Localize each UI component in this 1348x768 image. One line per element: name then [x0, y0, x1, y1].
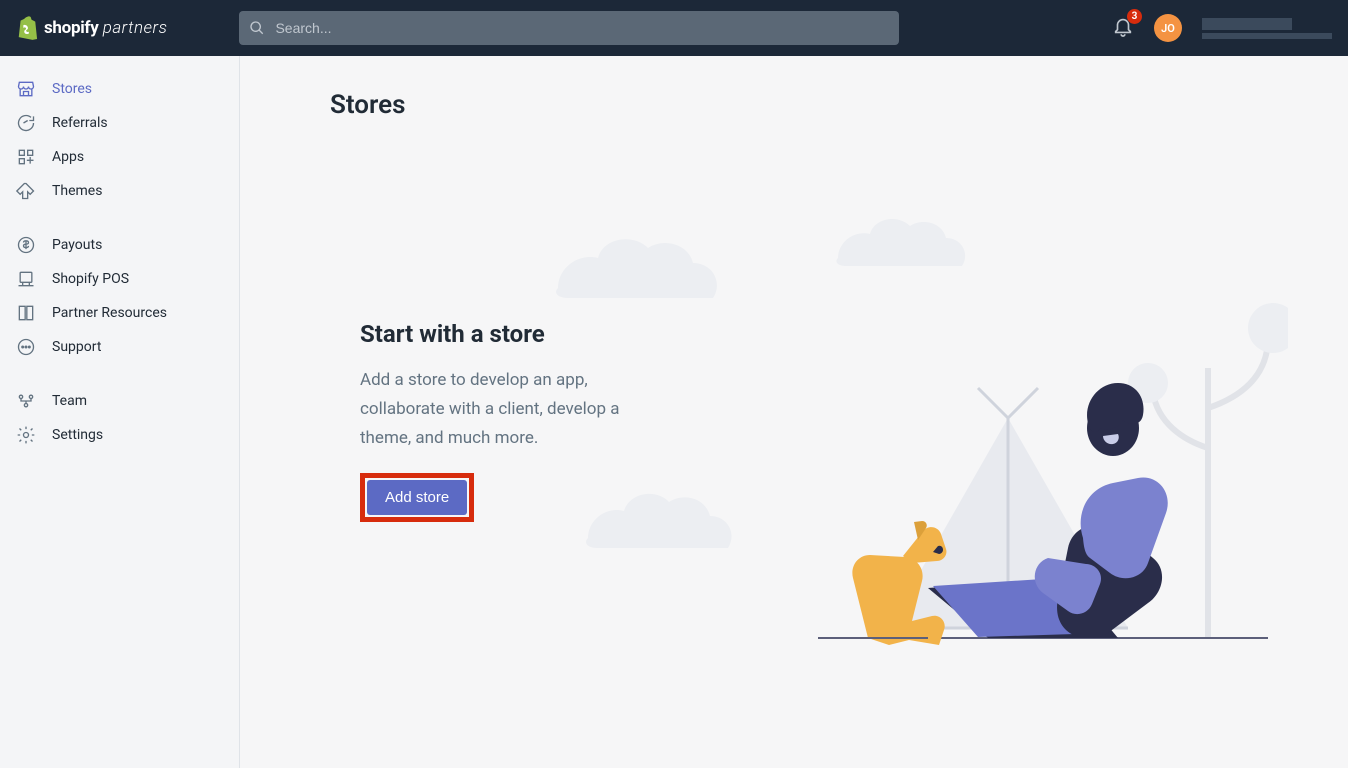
sidebar-item-partner-resources[interactable]: Partner Resources [0, 296, 239, 330]
top-header: shopify partners 3 JO [0, 0, 1348, 56]
empty-state-text: Add a store to develop an app, collabora… [360, 366, 660, 453]
shopify-bag-icon [16, 16, 38, 40]
main-content: Stores Start with a store Add a store to… [240, 56, 1348, 768]
page-title: Stores [240, 56, 1348, 120]
sidebar-item-label: Settings [52, 427, 103, 443]
empty-state-title: Start with a store [360, 320, 660, 348]
search-wrap [239, 11, 899, 45]
search-icon [249, 20, 265, 36]
sidebar-item-label: Team [52, 393, 87, 409]
sidebar-item-payouts[interactable]: Payouts [0, 228, 239, 262]
sidebar-item-label: Referrals [52, 115, 108, 131]
sidebar: Stores Referrals Apps Themes Payouts Sho… [0, 56, 240, 768]
support-icon [16, 337, 36, 357]
logo-text-light: partners [103, 18, 168, 38]
apps-icon [16, 147, 36, 167]
sidebar-item-stores[interactable]: Stores [0, 72, 239, 106]
notification-badge: 3 [1127, 9, 1142, 24]
sidebar-item-support[interactable]: Support [0, 330, 239, 364]
sidebar-item-label: Payouts [52, 237, 102, 253]
themes-icon [16, 181, 36, 201]
payouts-icon [16, 235, 36, 255]
sidebar-item-shopify-pos[interactable]: Shopify POS [0, 262, 239, 296]
add-store-highlight: Add store [360, 473, 474, 522]
sidebar-item-team[interactable]: Team [0, 384, 239, 418]
sidebar-item-label: Themes [52, 183, 102, 199]
store-icon [16, 79, 36, 99]
user-name-placeholder [1202, 18, 1292, 30]
sidebar-item-referrals[interactable]: Referrals [0, 106, 239, 140]
gear-icon [16, 425, 36, 445]
user-meta-placeholder [1202, 33, 1332, 39]
header-right: 3 JO [1112, 14, 1332, 42]
sidebar-item-apps[interactable]: Apps [0, 140, 239, 174]
logo-text-bold: shopify [44, 18, 98, 38]
sidebar-item-label: Support [52, 339, 101, 355]
shopify-partners-logo[interactable]: shopify partners [16, 16, 167, 40]
search-input[interactable] [239, 11, 899, 45]
add-store-button[interactable]: Add store [367, 480, 467, 515]
notifications-button[interactable]: 3 [1112, 15, 1134, 41]
pos-icon [16, 269, 36, 289]
user-menu[interactable] [1202, 18, 1332, 39]
sidebar-item-themes[interactable]: Themes [0, 174, 239, 208]
avatar[interactable]: JO [1154, 14, 1182, 42]
resources-icon [16, 303, 36, 323]
referrals-icon [16, 113, 36, 133]
sidebar-item-label: Stores [52, 81, 92, 97]
sidebar-item-settings[interactable]: Settings [0, 418, 239, 452]
team-icon [16, 391, 36, 411]
sidebar-item-label: Apps [52, 149, 84, 165]
empty-state: Start with a store Add a store to develo… [240, 120, 660, 522]
sidebar-item-label: Partner Resources [52, 305, 167, 321]
sidebar-item-label: Shopify POS [52, 271, 129, 287]
